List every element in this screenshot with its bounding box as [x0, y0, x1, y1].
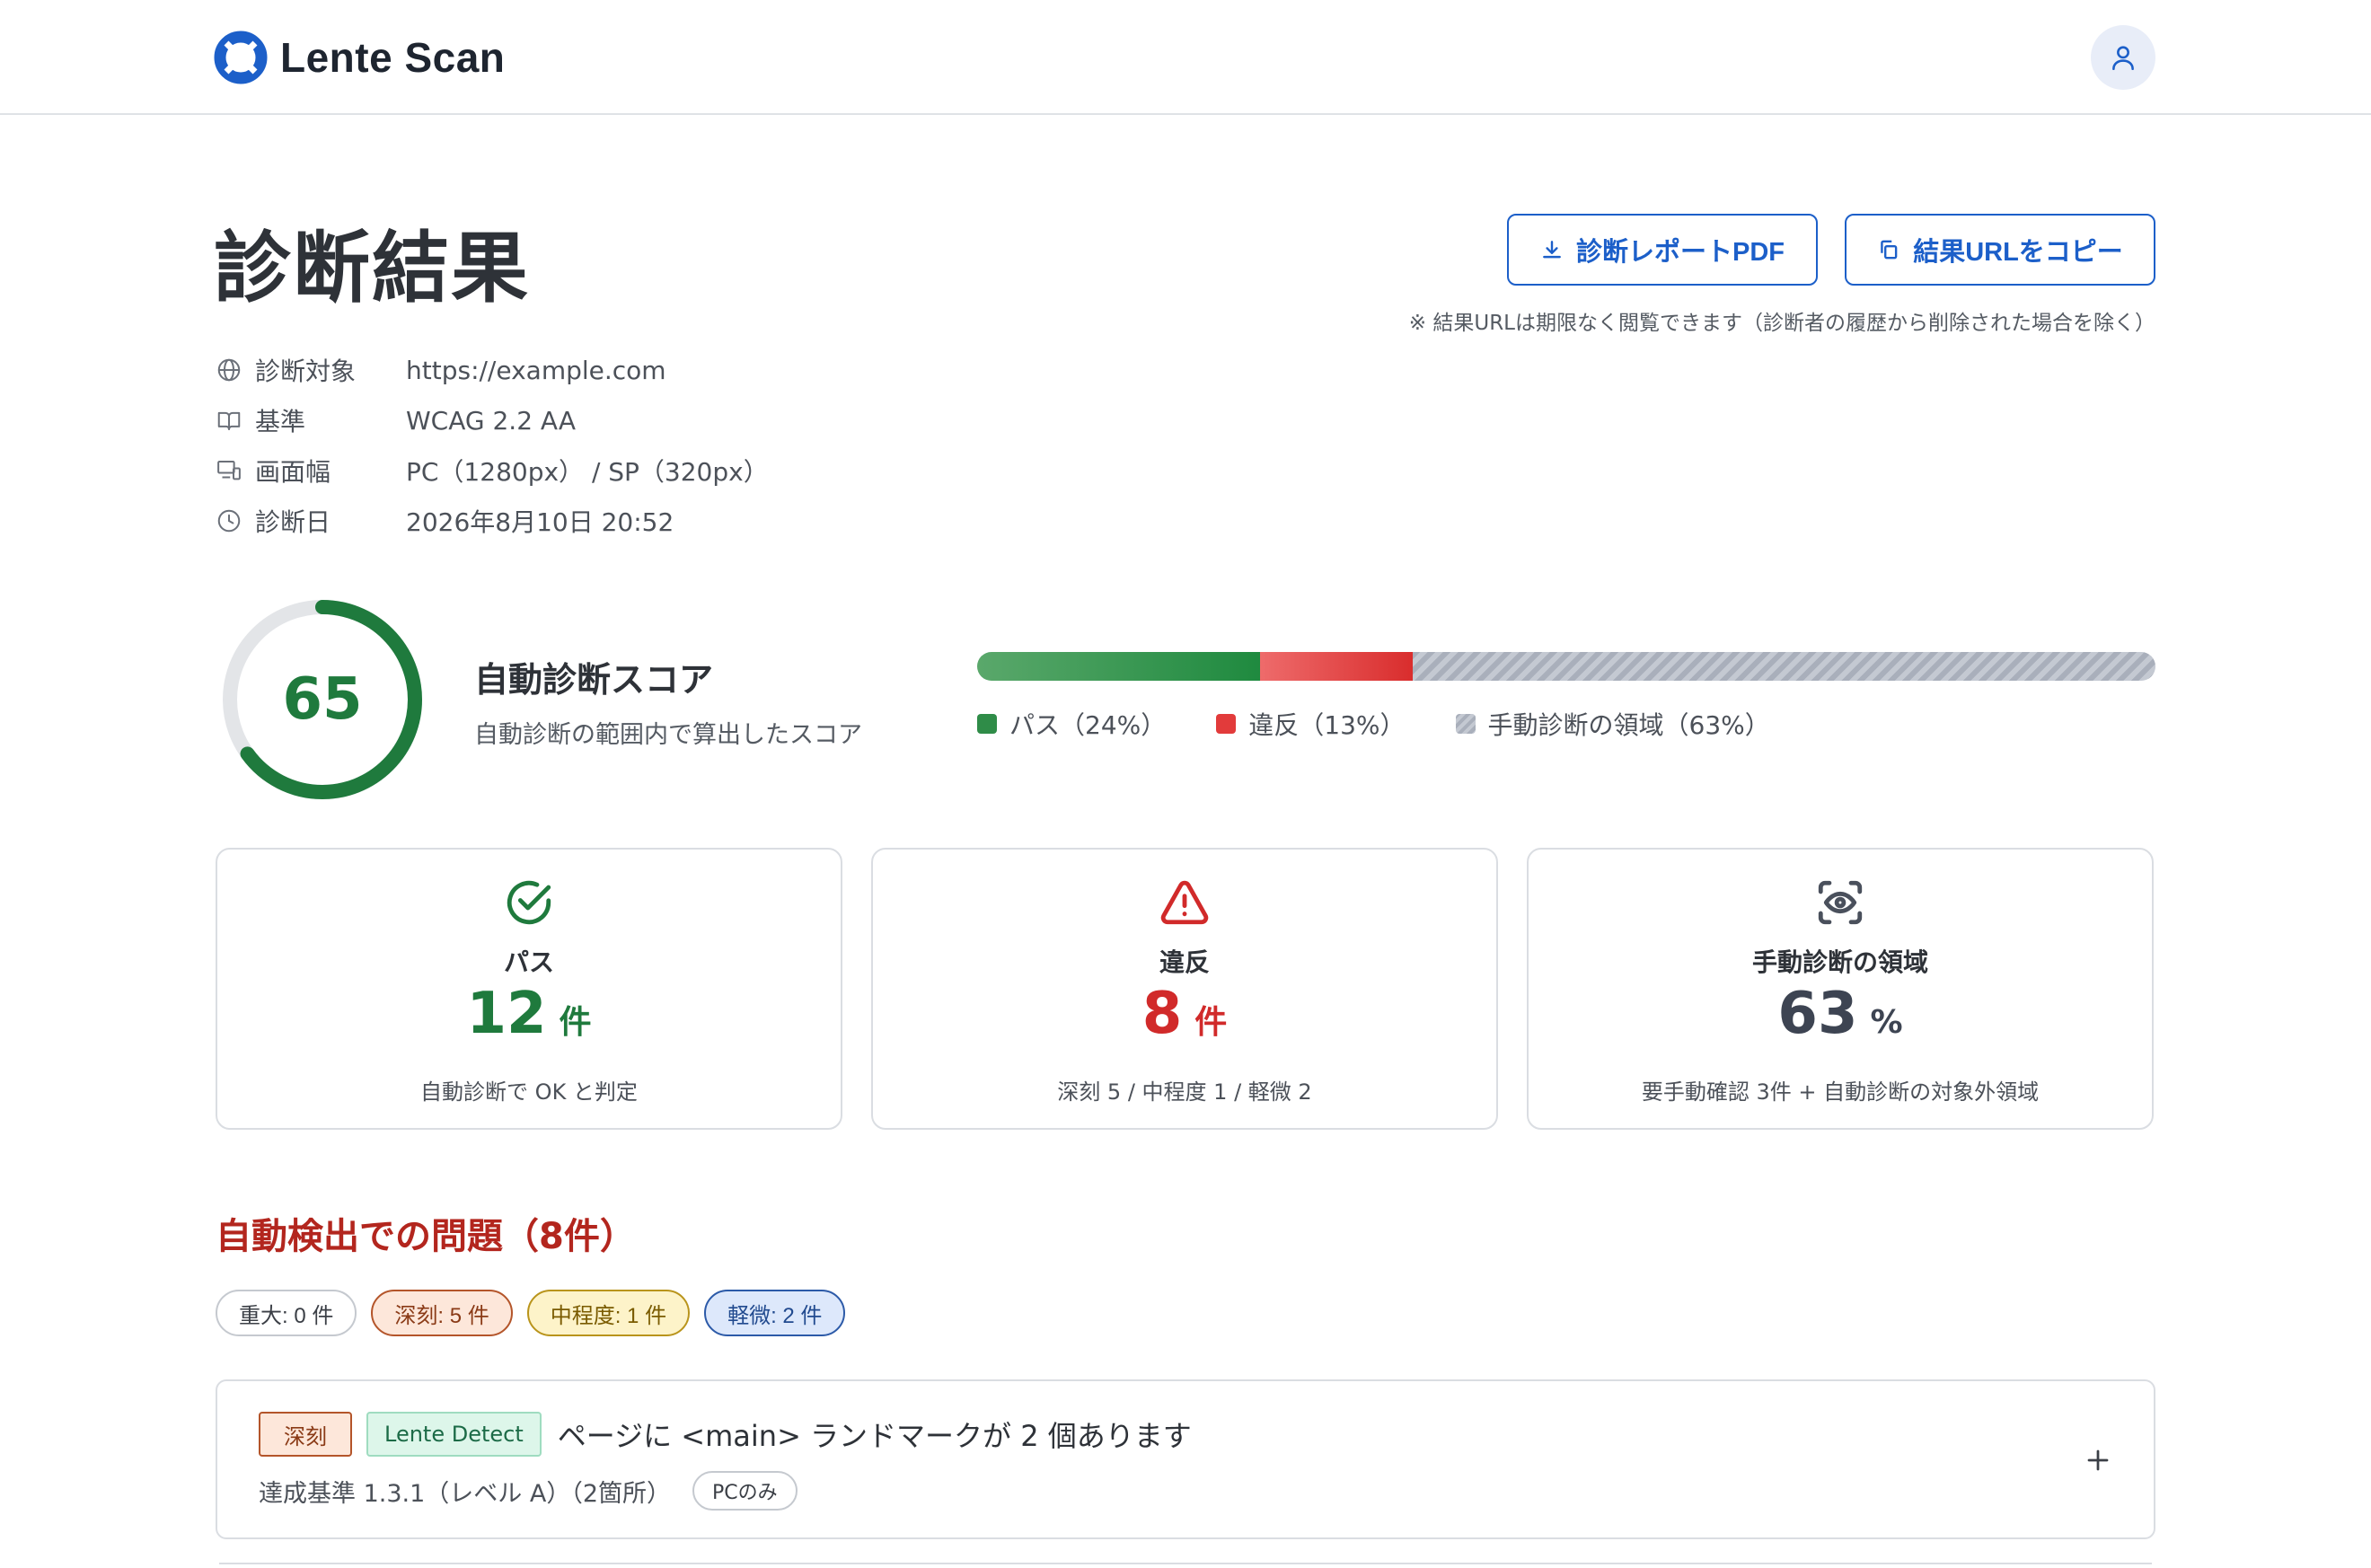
score-value: 65: [282, 666, 363, 733]
meta-label: 診断日: [255, 507, 331, 537]
card-label: 手動診断の領域: [1751, 947, 1928, 977]
download-pdf-label: 診断レポートPDF: [1575, 238, 1785, 267]
copy-icon: [1881, 240, 1898, 260]
eye-scan-icon: [1818, 880, 1863, 925]
expand-button[interactable]: [2078, 1440, 2118, 1480]
issue-item[interactable]: 深刻 Lente Detect ページに <main> ランドマークが 2 個あ…: [216, 1379, 2155, 1539]
summary-card-manual: 手動診断の領域 63 % 要手動確認 3件 + 自動診断の対象外領域: [1527, 848, 2154, 1130]
distribution-legend: パス（24%） 違反（13%） 手動診断の領域（63%）: [977, 706, 1770, 742]
card-number: 12: [466, 981, 547, 1047]
card-description: 深刻 5 / 中程度 1 / 軽微 2: [1057, 1079, 1312, 1105]
card-description: 自動診断で OK と判定: [420, 1079, 638, 1105]
lifebuoy-icon: [214, 31, 268, 84]
issue-criterion: 達成基準 1.3.1（レベル A）（2箇所）: [259, 1474, 671, 1509]
score-title: 自動診断スコア: [474, 660, 714, 700]
meta-value: PC（1280px） / SP（320px）: [406, 457, 769, 487]
summary-card-pass: パス 12 件 自動診断で OK と判定: [216, 848, 842, 1130]
legend-swatch-fail: [1216, 714, 1237, 734]
card-label: パス: [503, 947, 554, 977]
bar-segment-pass: [977, 652, 1260, 681]
meta-row-date: 診断日 2026年8月10日 20:52: [214, 496, 769, 546]
card-label: 違反: [1159, 947, 1210, 977]
filter-chip-serious[interactable]: 深刻: 5 件: [371, 1290, 513, 1336]
issue-title: ページに <main> ランドマークが 2 個あります: [557, 1419, 1192, 1453]
meta-label: 基準: [255, 407, 306, 436]
severity-filter: 重大: 0 件 深刻: 5 件 中程度: 1 件 軽微: 2 件: [216, 1290, 846, 1336]
severity-tag: 深刻: [259, 1412, 352, 1457]
app-name: Lente Scan: [280, 34, 506, 81]
meta-value: WCAG 2.2 AA: [406, 405, 577, 436]
filter-chip-moderate[interactable]: 中程度: 1 件: [526, 1290, 691, 1336]
user-icon: [2112, 46, 2134, 71]
criterion-text: 達成基準 1.3.1（レベル A）: [259, 1479, 571, 1508]
top-bar: Lente Scan: [0, 0, 2371, 115]
card-number: 8: [1141, 981, 1183, 1047]
source-tag: Lente Detect: [366, 1412, 542, 1457]
legend-label: 手動診断の領域（63%）: [1487, 710, 1770, 740]
meta-row-viewport: 画面幅 PC（1280px） / SP（320px）: [214, 445, 769, 496]
url-note: ※ 結果URLは期限なく閲覧できます（診断者の履歴から削除された場合を除く）: [1408, 312, 2155, 335]
meta-row-target: 診断対象 https://example.com: [214, 345, 769, 395]
legend-swatch-pass: [977, 714, 997, 734]
warning-triangle-icon: [1160, 880, 1209, 925]
meta-value: https://example.com: [406, 355, 666, 385]
score-subtitle: 自動診断の範囲内で算出したスコア: [474, 721, 862, 749]
meta-row-standard: 基準 WCAG 2.2 AA: [214, 395, 769, 445]
book-icon: [214, 405, 244, 436]
issues-heading: 自動検出での問題（8件）: [216, 1216, 636, 1257]
legend-swatch-manual: [1455, 714, 1476, 734]
filter-chip-critical[interactable]: 重大: 0 件: [216, 1290, 357, 1336]
devices-icon: [214, 455, 244, 486]
legend-label: 違反（13%）: [1248, 710, 1406, 740]
result-distribution-bar: [977, 652, 2155, 681]
filter-chip-minor[interactable]: 軽微: 2 件: [704, 1290, 846, 1336]
bar-segment-fail: [1259, 652, 1414, 681]
plus-icon: [2087, 1449, 2109, 1471]
card-value: 12 件: [217, 981, 841, 1047]
card-number: 63: [1777, 981, 1858, 1047]
card-value: 63 %: [1529, 981, 2152, 1047]
card-unit: %: [1870, 1004, 1903, 1041]
card-unit: 件: [1194, 1004, 1228, 1041]
bar-segment-manual: [1413, 652, 2155, 681]
page-title: 診断結果: [214, 224, 530, 313]
issue-count: （2箇所）: [570, 1479, 672, 1508]
meta-label: 画面幅: [255, 457, 331, 487]
copy-url-label: 結果URLをコピー: [1913, 238, 2123, 267]
scope-tag: PCのみ: [692, 1471, 798, 1511]
legend-label: パス（24%）: [1009, 710, 1167, 740]
card-description: 要手動確認 3件 + 自動診断の対象外領域: [1641, 1079, 2040, 1105]
app-logo[interactable]: Lente Scan: [214, 29, 505, 86]
copy-url-button[interactable]: 結果URLをコピー: [1845, 214, 2155, 286]
card-value: 8 件: [873, 981, 1496, 1047]
card-unit: 件: [559, 1004, 592, 1041]
legend-item-manual: 手動診断の領域（63%）: [1455, 706, 1770, 742]
meta-label: 診断対象: [255, 357, 357, 386]
legend-item-pass: パス（24%）: [977, 706, 1166, 742]
meta-value: 2026年8月10日 20:52: [406, 507, 674, 537]
check-circle-icon: [507, 880, 551, 925]
download-pdf-button[interactable]: 診断レポートPDF: [1507, 214, 1818, 286]
user-menu-button[interactable]: [2091, 25, 2155, 90]
summary-card-fail: 違反 8 件 深刻 5 / 中程度 1 / 軽微 2: [871, 848, 1498, 1130]
clock-icon: [214, 506, 244, 536]
globe-icon: [214, 355, 244, 385]
legend-item-fail: 違反（13%）: [1216, 706, 1406, 742]
download-icon: [1543, 241, 1561, 259]
next-issue-edge: [219, 1563, 2152, 1564]
scan-meta: 診断対象 https://example.com 基準 WCAG 2.2 AA …: [214, 345, 769, 546]
